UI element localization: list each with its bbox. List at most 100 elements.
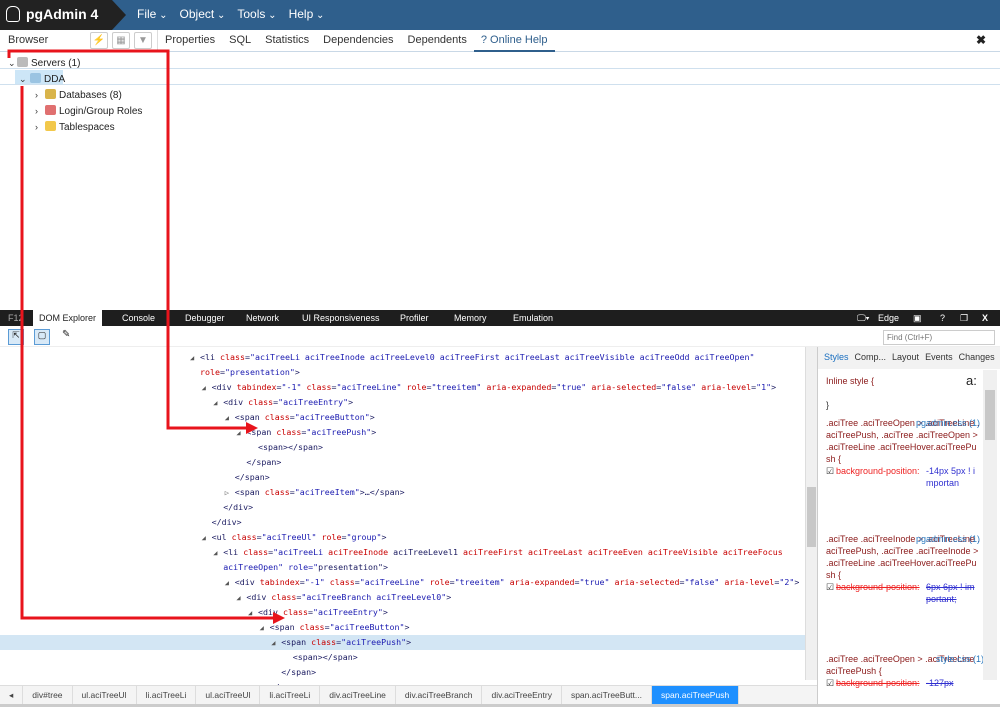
breadcrumb-item[interactable]: ul.aciTreeUl [196, 686, 261, 704]
dom-node-line[interactable]: ◢<span class="aciTreeButton"><span class… [0, 410, 805, 425]
tree-item[interactable]: DDA [30, 72, 65, 88]
tree-item[interactable]: Tablespaces [45, 120, 115, 136]
tree-toggle-icon[interactable]: › [35, 90, 38, 100]
devtools-tab-2[interactable]: Debugger [185, 310, 225, 326]
highlight-element-icon[interactable]: ▢ [34, 329, 50, 345]
breadcrumb-item[interactable]: li.aciTreeLi [137, 686, 197, 704]
dom-scrollbar[interactable] [805, 347, 817, 680]
emulation-mode-icon[interactable]: 🖵▾ [857, 310, 869, 326]
styles-tab-1[interactable]: Comp... [855, 352, 887, 364]
undock-icon[interactable]: ❐ [960, 310, 968, 326]
query-tool-button[interactable]: ⚡ [90, 32, 108, 49]
css-value[interactable]: 6px 6px ! important; [926, 581, 976, 605]
collapse-triangle-icon[interactable]: ◢ [190, 351, 200, 366]
tab-5[interactable]: ? Online Help [473, 30, 555, 52]
breadcrumb-item[interactable]: div#tree [23, 686, 73, 704]
styles-tab-0[interactable]: Styles [824, 352, 849, 364]
dom-node-line[interactable]: ◢ <div tabindex="-1" class="aciTreeLine" … [0, 380, 805, 395]
css-source-link[interactable]: style.css (1) [936, 653, 984, 665]
breadcrumb-item[interactable]: li.aciTreeLi [260, 686, 321, 704]
document-mode[interactable]: Edge [878, 310, 899, 326]
devtools-tab-0[interactable]: DOM Explorer [33, 310, 103, 326]
css-source-link[interactable]: pgadmin.css (1) [916, 417, 980, 429]
collapse-triangle-icon[interactable]: ◢ [260, 621, 270, 636]
menu-help[interactable]: Help [289, 0, 325, 30]
css-property[interactable]: background-position: [836, 678, 920, 688]
breadcrumb-item[interactable]: div.aciTreeLine [320, 686, 396, 704]
dom-node-line[interactable]: ◢ <li class="aciTreeLi aciTreeInode aciTr… [0, 545, 805, 560]
dom-node-line[interactable]: </div></div> [0, 500, 805, 515]
breadcrumb-item[interactable]: ul.aciTreeUl [73, 686, 137, 704]
dom-node-line[interactable]: ◢<div class="aciTreeEntry"><div class="a… [0, 395, 805, 410]
collapse-triangle-icon[interactable]: ◢ [225, 411, 235, 426]
tab-4[interactable]: Dependents [401, 30, 474, 52]
css-property[interactable]: background-position: [836, 582, 920, 592]
find-input[interactable] [883, 330, 995, 345]
breadcrumb-item[interactable]: span.aciTreePush [651, 686, 740, 704]
tab-0[interactable]: Properties [158, 30, 222, 52]
dom-node-line[interactable]: ◢ <div class="aciTreeBranch aciTreeLevel0… [0, 590, 805, 605]
checkbox-checked-icon[interactable]: ☑ [826, 677, 834, 689]
menu-object[interactable]: Object [180, 0, 226, 30]
view-data-button[interactable]: ▦ [112, 32, 130, 49]
tree-toggle-icon[interactable]: ⌄ [19, 74, 27, 85]
devtools-tab-4[interactable]: UI Responsiveness [302, 310, 380, 326]
styles-scrollbar[interactable] [983, 370, 997, 680]
tree-toggle-icon[interactable]: › [35, 106, 38, 116]
css-value[interactable]: -127px [926, 677, 976, 689]
dom-node-line[interactable]: </span></span> [0, 665, 805, 680]
close-devtools-icon[interactable]: X [982, 310, 988, 326]
collapse-triangle-icon[interactable]: ◢ [202, 381, 212, 396]
filter-button[interactable]: ▼ [134, 32, 152, 49]
breadcrumb-item[interactable]: div.aciTreeEntry [482, 686, 562, 704]
tab-3[interactable]: Dependencies [316, 30, 400, 52]
dom-node-line[interactable]: <span></span><span></span> [0, 440, 805, 455]
collapse-triangle-icon[interactable]: ◢ [213, 396, 223, 411]
select-element-icon[interactable]: ⇱ [8, 329, 24, 345]
help-icon[interactable]: ? [940, 310, 945, 326]
expand-triangle-icon[interactable]: ▷ [225, 486, 235, 501]
close-icon[interactable]: ✖ [976, 33, 986, 47]
dom-node-line[interactable]: ◢ <li class="aciTreeLi aciTreeInode aciTr… [0, 350, 805, 365]
checkbox-checked-icon[interactable]: ☑ [826, 581, 834, 593]
dom-node-line[interactable]: role="presentation">role="presentation"> [0, 365, 805, 380]
tree-toggle-icon[interactable]: ⌄ [8, 58, 16, 69]
dom-node-line[interactable]: ◢<div class="aciTreeEntry"><div class="a… [0, 605, 805, 620]
css-source-link[interactable]: pgadmin.css (1) [916, 533, 980, 545]
collapse-triangle-icon[interactable]: ◢ [213, 546, 223, 561]
collapse-triangle-icon[interactable]: ◢ [271, 636, 281, 651]
devtools-tab-5[interactable]: Profiler [400, 310, 429, 326]
styles-tab-3[interactable]: Events [925, 352, 953, 364]
dom-node-line[interactable]: ◢<ul class="aciTreeUl" role="group"><ul … [0, 530, 805, 545]
breadcrumb-item[interactable]: div.aciTreeBranch [396, 686, 483, 704]
tree-item[interactable]: Login/Group Roles [45, 104, 142, 120]
dom-node-line[interactable]: </span></span> [0, 455, 805, 470]
styles-tab-2[interactable]: Layout [892, 352, 919, 364]
color-picker-icon[interactable]: ✎ [62, 329, 70, 340]
tree-item[interactable]: Databases (8) [45, 88, 122, 104]
breadcrumb-back[interactable]: ◂ [0, 686, 24, 704]
collapse-triangle-icon[interactable]: ◢ [248, 606, 258, 621]
console-toggle-icon[interactable]: ▣ [913, 310, 922, 326]
tab-2[interactable]: Statistics [258, 30, 316, 52]
dom-node-line[interactable]: <span></span><span></span> [0, 650, 805, 665]
dom-node-line[interactable]: ◢<span class="aciTreeButton"><span class… [0, 620, 805, 635]
tree-item[interactable]: Servers (1) [17, 56, 80, 72]
devtools-tab-6[interactable]: Memory [454, 310, 487, 326]
dom-node-line[interactable]: </div></div> [0, 515, 805, 530]
devtools-tab-1[interactable]: Console [122, 310, 155, 326]
collapse-triangle-icon[interactable]: ◢ [225, 576, 235, 591]
tree-toggle-icon[interactable]: › [35, 122, 38, 132]
checkbox-checked-icon[interactable]: ☑ [826, 465, 834, 477]
menu-tools[interactable]: Tools [237, 0, 276, 30]
dom-node-line[interactable]: aciTreeOpen" role="presentation">aciTree… [0, 560, 805, 575]
tab-1[interactable]: SQL [222, 30, 258, 52]
css-value[interactable]: -14px 5px ! importan [926, 465, 976, 489]
dom-node-line[interactable]: ◢ <div tabindex="-1" class="aciTreeLine" … [0, 575, 805, 590]
devtools-tab-7[interactable]: Emulation [513, 310, 553, 326]
styles-tab-4[interactable]: Changes [959, 352, 995, 364]
pseudo-toggle[interactable]: a: [966, 373, 977, 388]
collapse-triangle-icon[interactable]: ◢ [236, 426, 246, 441]
dom-node-line[interactable]: ▷<span class="aciTreeItem">…</span><span… [0, 485, 805, 500]
dom-node-line[interactable]: ◢<span class="aciTreePush"><span class="… [0, 635, 805, 650]
